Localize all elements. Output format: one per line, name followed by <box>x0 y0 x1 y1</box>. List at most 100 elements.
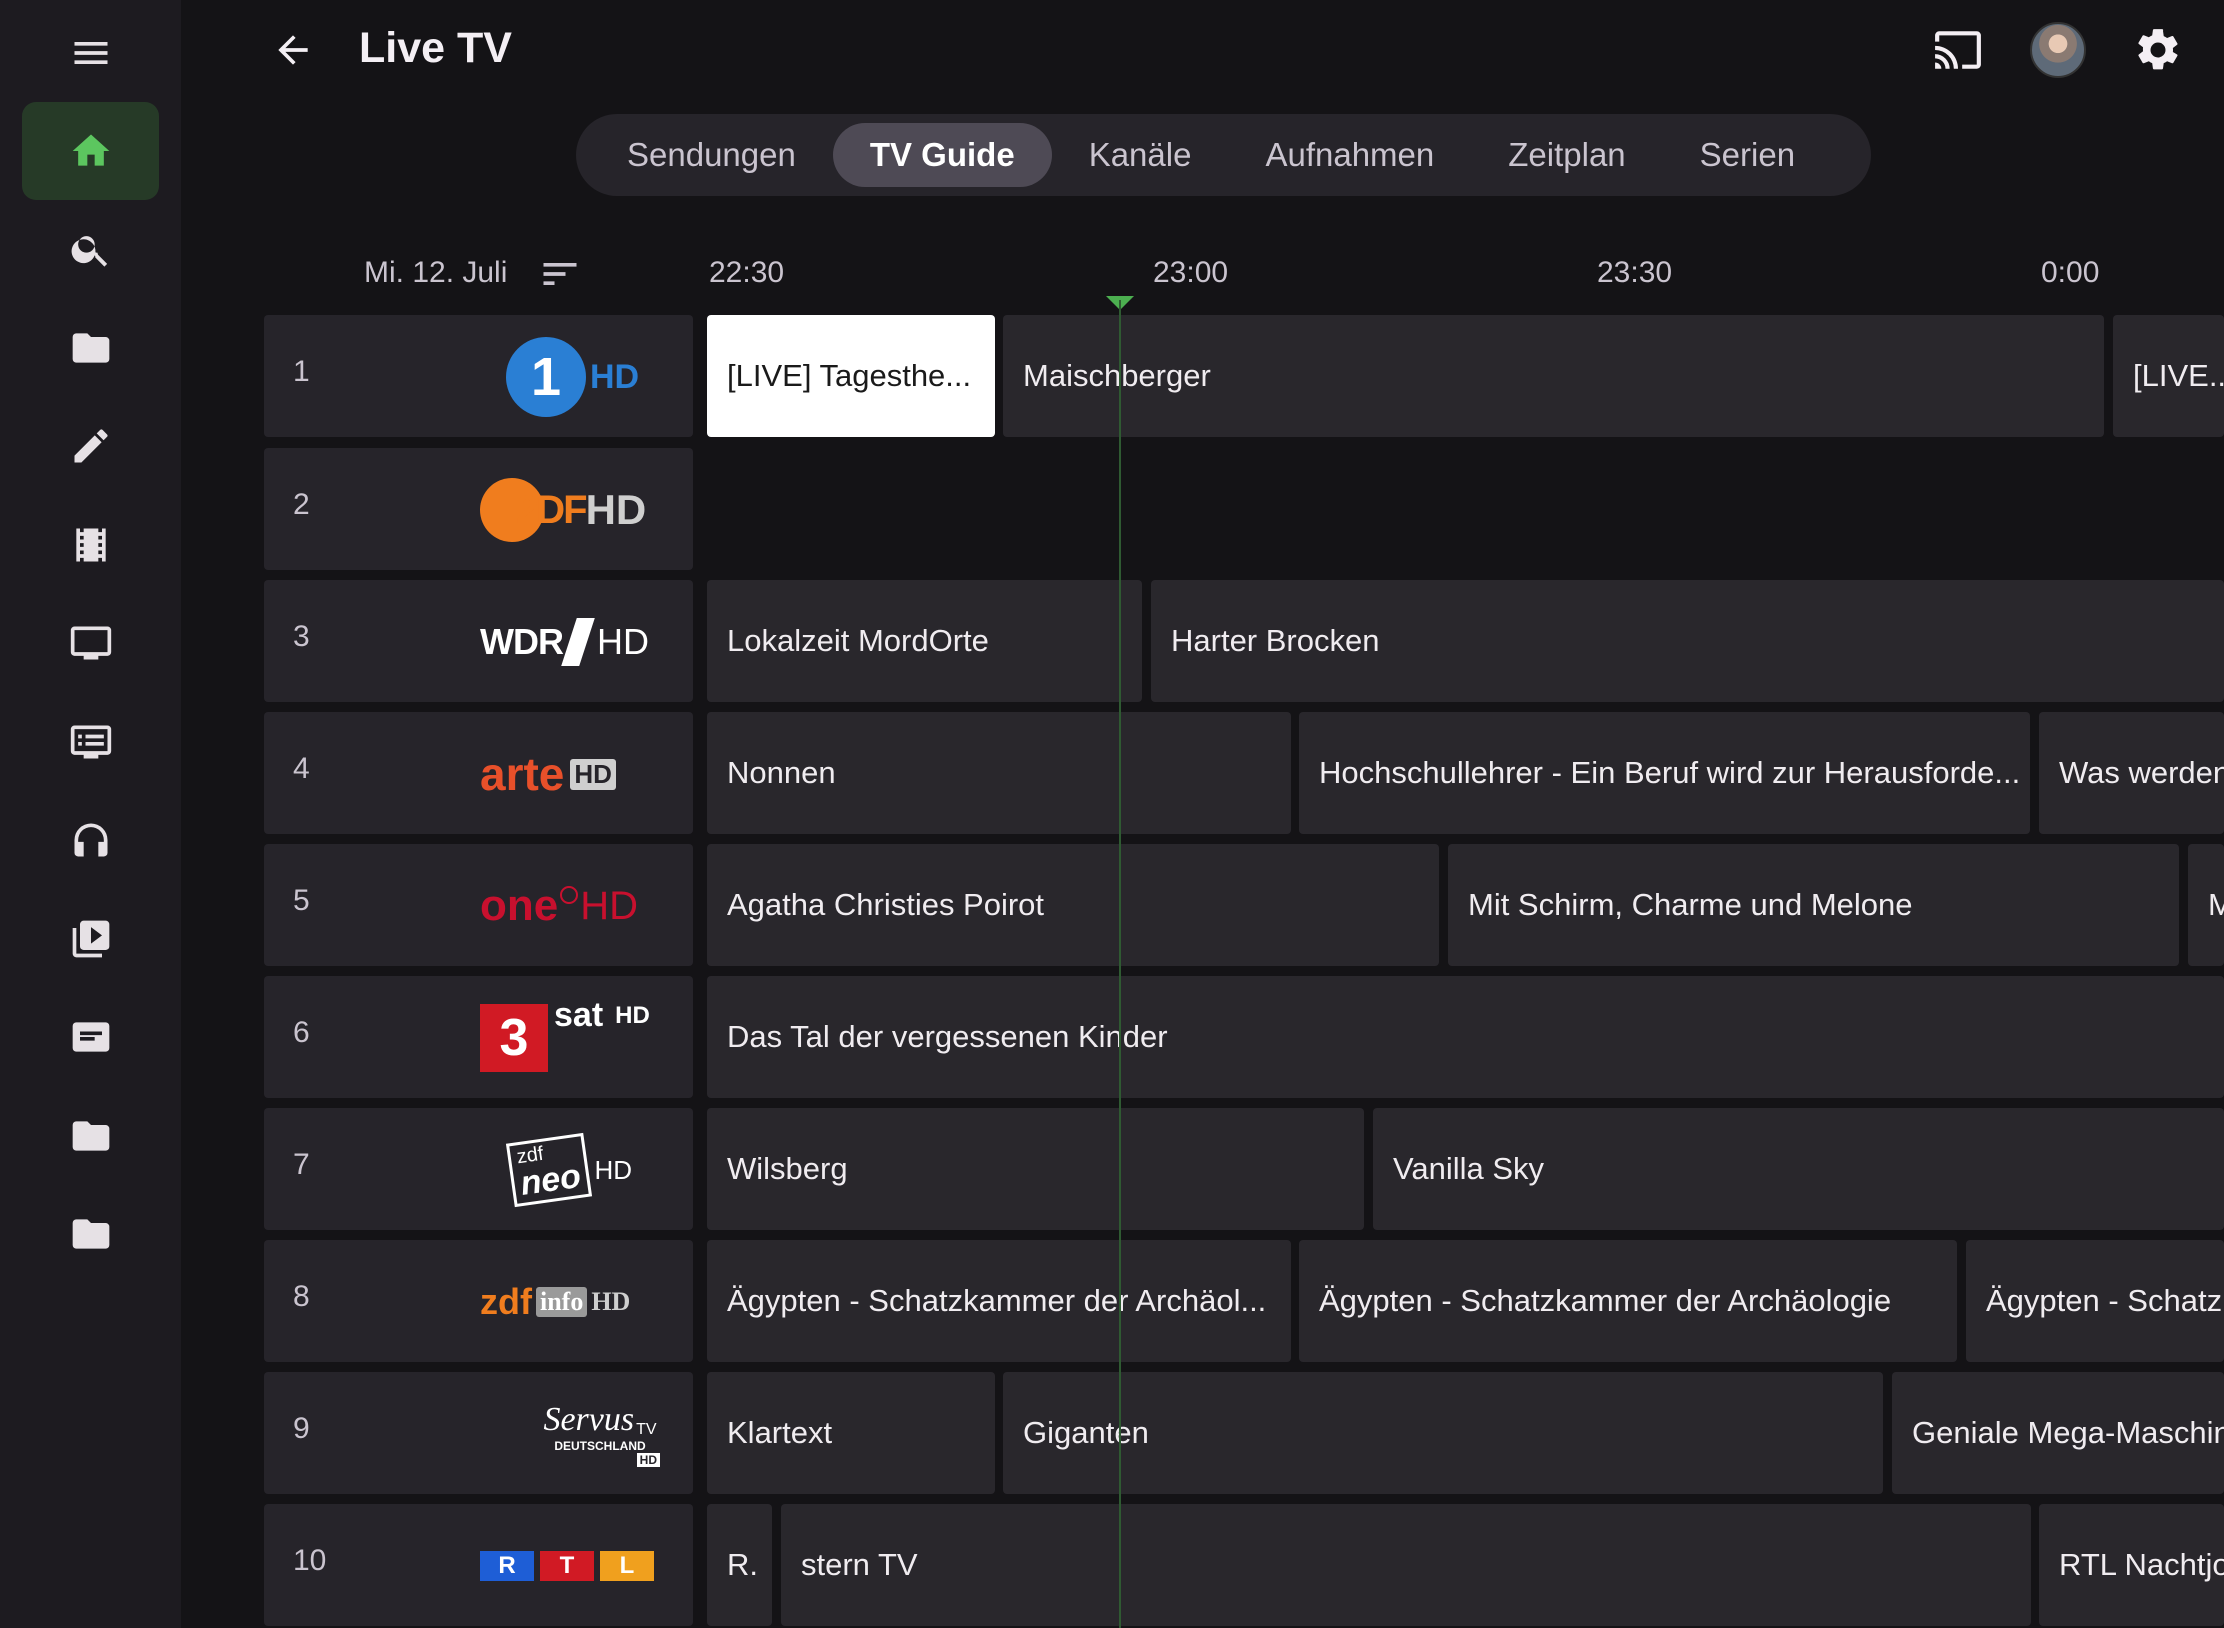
channel-logo: 1 HD <box>506 335 706 419</box>
logo-mark: 2DF <box>516 487 588 532</box>
logo-mark: R <box>480 1551 534 1581</box>
program-cell[interactable]: Harter Brocken <box>1151 580 2224 702</box>
channel-row: 6 3 sat HD Das Tal der vergessenen Kinde… <box>0 976 2224 1098</box>
logo-mark: zdf <box>480 1281 532 1322</box>
program-cell[interactable]: Agatha Christies Poirot <box>707 844 1439 966</box>
channel-number: 5 <box>293 884 310 917</box>
channel-cell[interactable]: 6 3 sat HD <box>264 976 693 1098</box>
logo-slash <box>561 618 595 666</box>
channel-cell[interactable]: 8 zdf info HD <box>264 1240 693 1362</box>
channel-row: 5 one HD Agatha Christies Poirot Mit Sch… <box>0 844 2224 966</box>
tab-zeitplan[interactable]: Zeitplan <box>1471 123 1662 187</box>
channel-cell[interactable]: 1 1 HD <box>264 315 693 437</box>
channel-row: 10 R T L R. stern TV RTL Nachtjo <box>0 1504 2224 1626</box>
program-cell[interactable]: Lokalzeit MordOrte <box>707 580 1142 702</box>
channel-logo: arte HD <box>480 732 680 816</box>
program-cell[interactable]: Wilsberg <box>707 1108 1364 1230</box>
program-cell[interactable]: Das Tal der vergessenen Kinder <box>707 976 2224 1098</box>
channel-cell[interactable]: 2 2DF HD <box>264 448 693 570</box>
program-cell[interactable]: Maischberger <box>1003 315 2104 437</box>
program-cell[interactable]: M <box>2188 844 2224 966</box>
channel-number: 6 <box>293 1016 310 1049</box>
program-cell[interactable]: [LIVE] Tagesthe... <box>707 315 995 437</box>
logo-dot <box>560 886 579 904</box>
channel-logo: zdf info HD <box>480 1260 680 1344</box>
channel-number: 3 <box>293 620 310 653</box>
channel-cell[interactable]: 3 WDR HD <box>264 580 693 702</box>
channel-logo: one HD <box>480 864 680 948</box>
channel-row: 4 arte HD Nonnen Hochschullehrer - Ein B… <box>0 712 2224 834</box>
home-icon <box>72 134 109 166</box>
user-avatar-button[interactable] <box>2026 18 2090 82</box>
program-cell[interactable]: RTL Nachtjo <box>2039 1504 2224 1626</box>
logo-mid: info <box>535 1287 588 1317</box>
logo-mark: arte <box>480 748 565 800</box>
program-cell[interactable]: Ägypten - Schatzl <box>1966 1240 2224 1362</box>
page-title: Live TV <box>359 24 512 72</box>
sidebar-item-search[interactable] <box>22 200 159 298</box>
sort-icon[interactable] <box>538 252 582 296</box>
cast-button[interactable] <box>1926 18 1990 82</box>
channel-row: 1 1 HD [LIVE] Tagesthe... Maischberger [… <box>0 315 2224 437</box>
tab-sendungen[interactable]: Sendungen <box>590 123 833 187</box>
arrow-back-icon <box>278 35 308 65</box>
logo-box: zdf neo <box>505 1132 593 1208</box>
program-cell[interactable]: [LIVE... <box>2113 315 2224 437</box>
channel-logo: 3 sat HD <box>480 996 680 1080</box>
channel-row: 2 2DF HD <box>0 448 2224 570</box>
logo-suffix: HD <box>585 486 647 533</box>
logo-suffix: HD <box>591 1287 631 1316</box>
logo-suffix: HD <box>615 1002 650 1029</box>
program-cell[interactable]: stern TV <box>781 1504 2031 1626</box>
current-time-line <box>1119 300 1121 1628</box>
channel-number: 1 <box>293 355 310 388</box>
top-app-bar: Live TV <box>181 0 2224 100</box>
logo-mid: sat <box>554 996 604 1034</box>
logo-mid: T <box>540 1551 594 1581</box>
channel-number: 2 <box>293 488 310 521</box>
program-cell[interactable]: Was werden <box>2039 712 2224 834</box>
tab-tv-guide[interactable]: TV Guide <box>832 123 1052 187</box>
logo-sub: L <box>600 1551 654 1581</box>
channel-logo: Servus TV DEUTSCHLAND HD <box>500 1392 700 1476</box>
channel-row: 7 zdf neo HD Wilsberg Vanilla Sky <box>0 1108 2224 1230</box>
program-cell[interactable]: Giganten <box>1003 1372 1883 1494</box>
back-button[interactable] <box>263 20 323 80</box>
channel-cell[interactable]: 7 zdf neo HD <box>264 1108 693 1230</box>
logo-mark: Servus <box>543 1401 635 1438</box>
settings-button[interactable] <box>2126 18 2190 82</box>
tab-serien[interactable]: Serien <box>1663 123 1832 187</box>
program-cell[interactable]: Hochschullehrer - Ein Beruf wird zur Her… <box>1299 712 2030 834</box>
channel-number: 4 <box>293 752 310 785</box>
sidebar-item-home[interactable] <box>22 102 159 200</box>
time-label-2230: 22:30 <box>709 256 785 289</box>
gear-icon <box>2138 29 2178 70</box>
logo-suffix: HD <box>636 1453 660 1467</box>
logo-mark: WDR <box>480 621 564 662</box>
channel-cell[interactable]: 10 R T L <box>264 1504 693 1626</box>
logo-suffix: HD <box>594 1154 633 1185</box>
tab-aufnahmen[interactable]: Aufnahmen <box>1228 123 1471 187</box>
channel-row: 9 Servus TV DEUTSCHLAND HD Klartext Giga… <box>0 1372 2224 1494</box>
logo-suffix: HD <box>580 883 639 928</box>
channel-cell[interactable]: 5 one HD <box>264 844 693 966</box>
channel-cell[interactable]: 9 Servus TV DEUTSCHLAND HD <box>264 1372 693 1494</box>
channel-logo: 2DF HD <box>480 468 680 552</box>
channel-logo: R T L <box>480 1524 680 1608</box>
program-cell[interactable]: Nonnen <box>707 712 1291 834</box>
program-cell[interactable]: Klartext <box>707 1372 995 1494</box>
tab-kanaele[interactable]: Kanäle <box>1052 123 1229 187</box>
program-cell[interactable]: Ägypten - Schatzkammer der Archäol... <box>707 1240 1291 1362</box>
logo-sub: DEUTSCHLAND <box>554 1439 646 1453</box>
program-cell[interactable]: R. <box>707 1504 772 1626</box>
menu-button[interactable] <box>22 4 159 102</box>
channel-cell[interactable]: 4 arte HD <box>264 712 693 834</box>
program-cell[interactable]: Geniale Mega-Maschin <box>1892 1372 2224 1494</box>
avatar <box>2030 22 2086 78</box>
program-cell[interactable]: Mit Schirm, Charme und Melone <box>1448 844 2179 966</box>
logo-mark: 3 <box>480 1004 548 1072</box>
time-label-2330: 23:30 <box>1597 256 1673 289</box>
time-label-0000: 0:00 <box>2041 256 2100 289</box>
program-cell[interactable]: Vanilla Sky <box>1373 1108 2224 1230</box>
program-cell[interactable]: Ägypten - Schatzkammer der Archäologie <box>1299 1240 1957 1362</box>
